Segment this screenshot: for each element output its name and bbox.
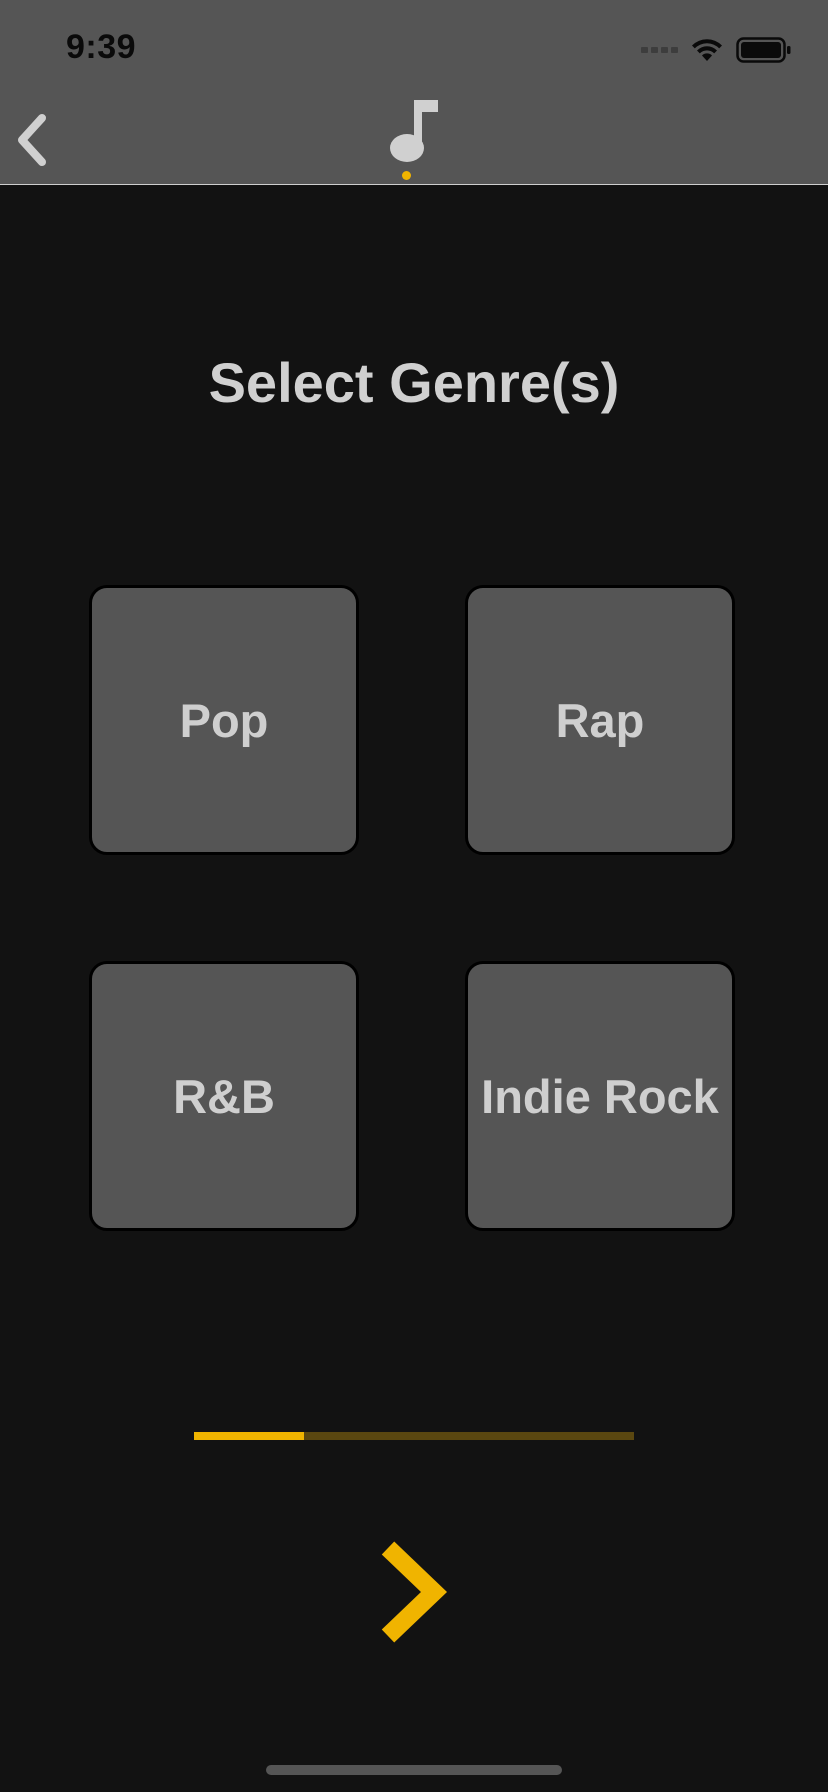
genre-selection-screen: 9:39 Select Genre(s) Pop Rap R&B Indie R… <box>0 0 828 1792</box>
genre-tile-pop[interactable]: Pop <box>89 585 359 855</box>
back-button[interactable] <box>8 110 52 170</box>
progress-bar <box>194 1432 634 1440</box>
music-note-icon <box>390 100 438 162</box>
battery-icon <box>736 37 791 63</box>
home-indicator <box>266 1765 562 1775</box>
genre-label: Pop <box>179 693 269 747</box>
progress-bar-fill <box>194 1432 304 1440</box>
genre-label: Rap <box>555 693 645 747</box>
genre-label: Indie Rock <box>481 1069 719 1123</box>
genre-tile-indie-rock[interactable]: Indie Rock <box>465 961 735 1231</box>
page-indicator-dot <box>402 171 411 180</box>
page-title: Select Genre(s) <box>208 351 620 414</box>
genre-tile-rnb[interactable]: R&B <box>89 961 359 1231</box>
top-bar: 9:39 <box>0 0 828 185</box>
status-time: 9:39 <box>66 28 137 66</box>
cellular-signal-icon <box>641 47 678 53</box>
genre-tile-rap[interactable]: Rap <box>465 585 735 855</box>
next-button[interactable] <box>374 1540 450 1644</box>
genre-label: R&B <box>173 1069 275 1123</box>
status-indicators <box>641 32 792 68</box>
wifi-icon <box>692 39 722 61</box>
